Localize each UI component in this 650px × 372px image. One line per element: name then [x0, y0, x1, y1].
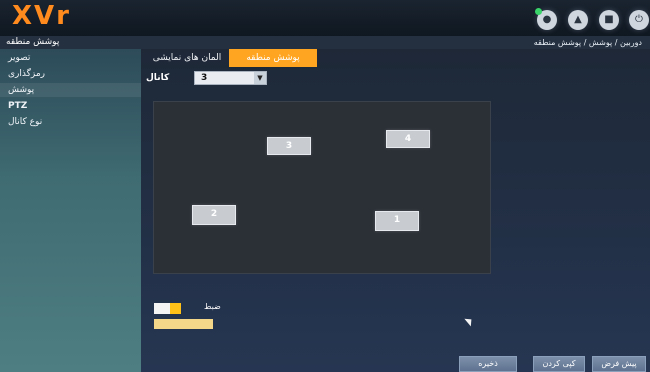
mask-region-3[interactable]: 3	[267, 137, 311, 155]
breadcrumb[interactable]: دوربین / پوشش / پوشش منطقه	[534, 36, 642, 49]
tab-privacy-mask[interactable]: پوشش منطقه	[229, 49, 317, 67]
mask-region-4[interactable]: 4	[386, 130, 430, 148]
top-bar: XVr ● ▲ ■ ⏻	[0, 0, 650, 36]
channel-label: کانال	[146, 73, 170, 83]
sidebar-item-label: PTZ	[8, 101, 28, 111]
channel-value: 3	[201, 73, 208, 83]
view-icon[interactable]: ●	[535, 8, 557, 30]
legend-field[interactable]	[154, 319, 213, 329]
button-label: کپی کردن	[542, 359, 576, 368]
tab-label: المان های نمایشی	[152, 53, 222, 63]
legend-swatch-yellow	[170, 303, 181, 314]
sidebar-item-label: پوشش	[8, 85, 35, 95]
chevron-down-icon[interactable]: ▼	[254, 72, 266, 84]
mask-region-1[interactable]: 1	[375, 211, 419, 231]
sidebar-item-image[interactable]: تصویر	[0, 51, 141, 65]
user-icon[interactable]: ▲	[568, 10, 588, 30]
title-bar: پوشش منطقه دوربین / پوشش / پوشش منطقه	[0, 36, 650, 49]
page-title: پوشش منطقه	[6, 37, 60, 47]
video-preview[interactable]: 3 4 2 1	[153, 101, 491, 274]
sidebar-item-label: رمزگذاری	[8, 69, 46, 79]
legend-label: ضبط	[204, 302, 221, 311]
dvr-settings-screen: XVr ● ▲ ■ ⏻ پوشش منطقه دوربین / پوشش / پ…	[0, 0, 650, 372]
button-label: ذخیره	[478, 359, 498, 368]
sidebar-item-label: نوع کانال	[8, 117, 43, 127]
tab-display-elements[interactable]: المان های نمایشی	[147, 49, 227, 67]
button-label: پیش فرض	[601, 359, 637, 368]
sidebar-item-ptz[interactable]: PTZ	[0, 99, 141, 113]
sidebar-item-encoding[interactable]: رمزگذاری	[0, 67, 141, 81]
screen-icon[interactable]: ■	[599, 10, 619, 30]
default-button[interactable]: پیش فرض	[592, 356, 646, 372]
copy-button[interactable]: کپی کردن	[533, 356, 585, 372]
logo: XVr	[12, 1, 71, 31]
tab-label: پوشش منطقه	[246, 53, 300, 63]
channel-select[interactable]: 3 ▼	[194, 71, 267, 85]
sidebar-item-label: تصویر	[8, 53, 31, 63]
sidebar: تصویر رمزگذاری پوشش PTZ نوع کانال	[0, 49, 141, 372]
legend-swatch-white	[154, 303, 170, 314]
mouse-cursor-icon	[464, 315, 475, 327]
sidebar-item-channel-type[interactable]: نوع کانال	[0, 115, 141, 129]
apply-button[interactable]: ذخیره	[459, 356, 517, 372]
sidebar-item-mask[interactable]: پوشش	[0, 83, 141, 97]
power-icon[interactable]: ⏻	[629, 10, 649, 30]
main-panel: المان های نمایشی پوشش منطقه کانال 3 ▼ 3 …	[141, 49, 650, 372]
mask-region-2[interactable]: 2	[192, 205, 236, 225]
